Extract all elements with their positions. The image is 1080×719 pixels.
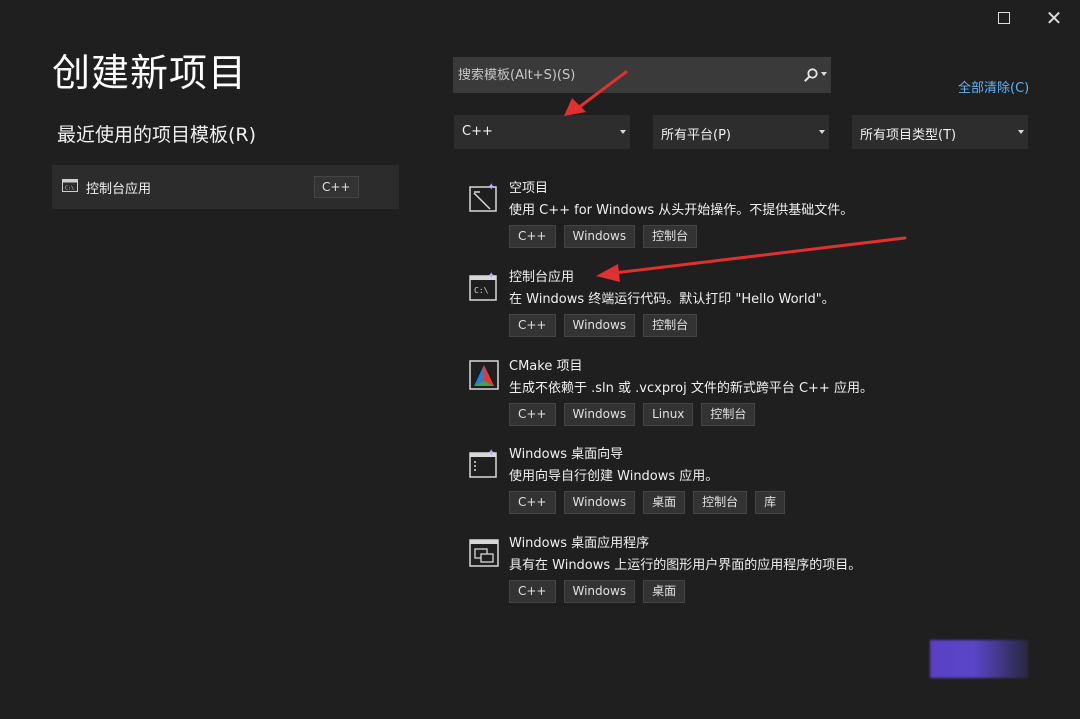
template-tag: C++: [509, 403, 556, 426]
template-tag: 控制台: [643, 314, 698, 337]
recent-template-label: 控制台应用: [86, 182, 152, 197]
maximize-icon: [998, 12, 1010, 24]
template-description: 生成不依赖于 .sln 或 .vcxproj 文件的新式跨平台 C++ 应用。: [509, 381, 873, 396]
search-input[interactable]: [453, 57, 788, 93]
template-tags: C++ Windows Linux 控制台: [509, 403, 756, 426]
cmake-icon: [469, 360, 499, 390]
page-title: 创建新项目: [52, 51, 248, 95]
template-name: Windows 桌面向导: [509, 447, 624, 462]
template-tag: Windows: [563, 314, 636, 337]
empty-project-icon: ✦: [469, 182, 497, 212]
template-description: 在 Windows 终端运行代码。默认打印 "Hello World"。: [509, 292, 835, 307]
desktop-app-icon: [469, 539, 499, 567]
recent-template-console-app[interactable]: C:\ 控制台应用 C++: [52, 165, 399, 209]
template-tag: 桌面: [643, 491, 686, 514]
template-tags: C++ Windows 桌面: [509, 580, 686, 603]
svg-text:✦: ✦: [487, 448, 495, 459]
template-tag: Linux: [643, 403, 694, 426]
svg-text:✦: ✦: [487, 271, 495, 282]
template-tag: 控制台: [643, 225, 698, 248]
template-tag: Windows: [563, 580, 636, 603]
template-tag: Windows: [563, 491, 636, 514]
search-options-caret-icon[interactable]: [821, 72, 827, 76]
language-filter-dropdown[interactable]: C++: [454, 115, 630, 149]
template-console-app[interactable]: C:\ ✦ 控制台应用 在 Windows 终端运行代码。默认打印 "Hello…: [462, 266, 1022, 346]
template-tag: Windows: [563, 225, 636, 248]
template-empty-project[interactable]: ✦ 空项目 使用 C++ for Windows 从头开始操作。不提供基础文件。…: [462, 177, 1022, 257]
recent-templates-title: 最近使用的项目模板(R): [57, 124, 257, 146]
desktop-wizard-icon: ✦: [469, 448, 497, 478]
template-name: 空项目: [509, 181, 549, 196]
template-tags: C++ Windows 桌面 控制台 库: [509, 491, 786, 514]
clear-all-link[interactable]: 全部清除(C): [958, 77, 1029, 96]
maximize-button[interactable]: [990, 6, 1018, 30]
template-tag: C++: [509, 580, 556, 603]
svg-text:C:\: C:\: [474, 286, 489, 295]
watermark-image: [930, 640, 1028, 678]
template-description: 使用 C++ for Windows 从头开始操作。不提供基础文件。: [509, 203, 854, 218]
filter-label: 所有平台(P): [661, 128, 731, 143]
filter-label: C++: [462, 124, 493, 139]
template-tag: C++: [509, 491, 556, 514]
template-tag: 控制台: [693, 491, 748, 514]
template-tags: C++ Windows 控制台: [509, 314, 698, 337]
template-tag: C++: [509, 225, 556, 248]
template-tag: 控制台: [701, 403, 756, 426]
chevron-down-icon: [1018, 130, 1024, 134]
recent-template-tag: C++: [314, 176, 359, 198]
template-tags: C++ Windows 控制台: [509, 225, 698, 248]
template-windows-desktop-wizard[interactable]: ✦ Windows 桌面向导 使用向导自行创建 Windows 应用。 C++ …: [462, 443, 1022, 523]
template-cmake-project[interactable]: CMake 项目 生成不依赖于 .sln 或 .vcxproj 文件的新式跨平台…: [462, 355, 1022, 435]
template-windows-desktop-app[interactable]: Windows 桌面应用程序 具有在 Windows 上运行的图形用户界面的应用…: [462, 532, 1022, 612]
template-tag: 桌面: [643, 580, 686, 603]
template-tag: C++: [509, 314, 556, 337]
close-button[interactable]: ✕: [1040, 6, 1068, 30]
chevron-down-icon: [819, 130, 825, 134]
close-icon: ✕: [1045, 6, 1063, 30]
console-app-icon: C:\ ✦: [469, 271, 497, 301]
svg-text:✦: ✦: [487, 182, 495, 193]
template-tag: 库: [755, 491, 786, 514]
svg-text:C:\: C:\: [65, 186, 74, 192]
search-box[interactable]: [453, 57, 831, 93]
platform-filter-dropdown[interactable]: 所有平台(P): [653, 115, 829, 149]
chevron-down-icon: [620, 130, 626, 134]
filter-label: 所有项目类型(T): [860, 128, 957, 143]
console-app-icon: C:\: [62, 179, 78, 192]
project-type-filter-dropdown[interactable]: 所有项目类型(T): [852, 115, 1028, 149]
template-name: 控制台应用: [509, 270, 575, 285]
template-tag: Windows: [563, 403, 636, 426]
template-description: 使用向导自行创建 Windows 应用。: [509, 469, 719, 484]
template-description: 具有在 Windows 上运行的图形用户界面的应用程序的项目。: [509, 558, 862, 573]
search-icon[interactable]: [803, 67, 819, 83]
template-name: CMake 项目: [509, 359, 583, 374]
template-name: Windows 桌面应用程序: [509, 536, 650, 551]
